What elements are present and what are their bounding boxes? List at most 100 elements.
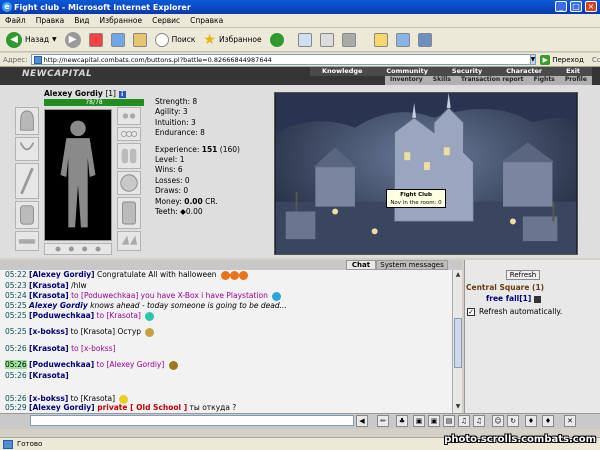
helmet-slot[interactable] [15, 107, 39, 135]
refresh-chat-button[interactable]: ↻ [507, 415, 519, 427]
item-button-a[interactable]: ♦ [525, 415, 537, 427]
chat-nick[interactable]: [Krasota] [29, 344, 69, 353]
earrings-slot[interactable] [117, 107, 141, 125]
shield-slot[interactable] [117, 171, 141, 195]
tab-chat[interactable]: Chat [346, 260, 376, 270]
music-button[interactable]: ♫ [473, 415, 485, 427]
nav-inventory[interactable]: Inventory [390, 76, 423, 85]
nav-knowledge[interactable]: Knowledge [322, 67, 363, 76]
club-button[interactable]: ♣ [396, 415, 408, 427]
chat-recipient[interactable]: [Alexey Gordiy] [106, 360, 164, 369]
scroll-thumb[interactable] [454, 318, 462, 368]
nav-profile[interactable]: Profile [565, 76, 587, 85]
tab-system-messages[interactable]: System messages [376, 260, 448, 270]
chat-nick[interactable]: [Poduwechkaa] [29, 360, 94, 369]
location-tooltip: Fight Club Nov in the room: 0 [386, 189, 446, 208]
filter-button[interactable]: ▣ [428, 415, 440, 427]
smiley-button[interactable]: ☺ [492, 415, 504, 427]
nav-character[interactable]: Character [506, 67, 542, 76]
chat-recipient[interactable]: [Krasota] [106, 311, 140, 320]
links-button[interactable]: Ссылки [592, 56, 600, 64]
nav-community[interactable]: Community [386, 67, 428, 76]
earrings-icon [122, 113, 136, 119]
sound-button[interactable]: ♫ [458, 415, 470, 427]
nav-fights[interactable]: Fights [534, 76, 555, 85]
search-button[interactable]: Поиск [152, 30, 199, 50]
chat-recipient[interactable]: [x-bokss] [81, 344, 116, 353]
boots-slot[interactable] [117, 231, 141, 251]
send-arrow-button[interactable]: ◀ [356, 415, 368, 427]
home-button[interactable] [130, 30, 150, 50]
mail-button[interactable] [295, 30, 315, 50]
menu-tools[interactable]: Сервис [147, 16, 185, 25]
chat-recipient[interactable]: [Krasota] [81, 394, 115, 403]
chat-nick[interactable]: [x-bokss] [29, 394, 68, 403]
auto-refresh-label: Refresh automatically. [479, 307, 563, 316]
armor-slot[interactable] [15, 201, 39, 229]
refresh-page-button[interactable] [108, 30, 128, 50]
folder-button[interactable] [371, 30, 391, 50]
edit-button[interactable] [339, 30, 359, 50]
necklace-slot[interactable] [15, 137, 39, 161]
pen-button[interactable]: ✏ [377, 415, 389, 427]
chat-nick[interactable]: [Alexey Gordiy] [29, 403, 95, 412]
character-name-text: Alexey Gordiy [44, 89, 103, 98]
chat-nick[interactable]: [x-bokss] [29, 327, 68, 336]
room-user-name[interactable]: free fall [486, 294, 519, 303]
menu-edit[interactable]: Правка [31, 16, 70, 25]
stat-intuition: Intuition: 3 [155, 117, 196, 127]
room-user[interactable]: free fall[1] [486, 294, 541, 303]
go-button[interactable]: ▶ Переход [540, 54, 584, 65]
chat-nick[interactable]: [Krasota] [29, 291, 69, 300]
nav-security[interactable]: Security [452, 67, 482, 76]
chat-nick[interactable]: [Alexey Gordiy] [29, 270, 95, 279]
menu-file[interactable]: Файл [0, 16, 31, 25]
nav-skills[interactable]: Skills [433, 76, 451, 85]
rings-slot[interactable] [117, 127, 141, 141]
refresh-button[interactable]: Refresh [506, 270, 540, 280]
auto-refresh-checkbox[interactable]: ✓ [467, 307, 475, 316]
close-button[interactable]: × [585, 1, 597, 12]
chat-text: knows ahead - today someone is going to … [87, 301, 287, 310]
discuss-button[interactable] [415, 30, 435, 50]
chat-nick[interactable]: [Krasota] [29, 281, 69, 290]
favorites-button[interactable]: ★ Избранное [200, 30, 264, 50]
city-scene[interactable] [274, 92, 578, 255]
menu-view[interactable]: Вид [69, 16, 94, 25]
nav-exit[interactable]: Exit [566, 67, 580, 76]
menu-favorites[interactable]: Избранное [95, 16, 148, 25]
menu-help[interactable]: Справка [185, 16, 228, 25]
save-button[interactable]: ▣ [413, 415, 425, 427]
gloves-slot[interactable] [117, 143, 141, 169]
nav-transaction-report[interactable]: Transaction report [461, 76, 524, 85]
scroll-down-icon[interactable]: ▼ [454, 403, 462, 411]
chat-recipient[interactable]: [Poduwechkaa] [81, 291, 138, 300]
address-input[interactable]: http://newcapital.combats.com/buttons.pl… [30, 54, 531, 65]
belt-slot[interactable] [15, 231, 39, 251]
history-button[interactable] [267, 30, 287, 50]
info-icon[interactable] [533, 295, 541, 303]
chat-recipient[interactable]: [ Old School ] [130, 403, 187, 412]
bottom-slots[interactable] [44, 243, 112, 255]
chat-input[interactable] [30, 415, 354, 426]
weapon-slot[interactable] [15, 163, 39, 199]
info-icon[interactable]: i [118, 91, 126, 98]
forward-button[interactable]: ▶ [62, 30, 84, 50]
legs-slot[interactable] [117, 197, 141, 229]
auto-refresh-option[interactable]: ✓ Refresh automatically. [467, 307, 562, 316]
chat-nick[interactable]: Alexey Gordiy [29, 301, 88, 310]
messenger-button[interactable] [393, 30, 413, 50]
chat-nick[interactable]: [Krasota] [29, 371, 69, 380]
item-button-b[interactable]: ♦ [542, 415, 554, 427]
back-button[interactable]: ◀ Назад ▼ [3, 30, 60, 50]
scroll-up-icon[interactable]: ▲ [454, 271, 462, 279]
chat-scrollbar[interactable]: ▲ ▼ [452, 270, 462, 413]
close-chat-button[interactable]: ✕ [564, 415, 576, 427]
maximize-button[interactable]: □ [570, 1, 582, 12]
minimize-button[interactable]: _ [555, 1, 567, 12]
chat-nick[interactable]: [Poduwechkaa] [29, 311, 94, 320]
chat-recipient[interactable]: [Krasota] [81, 327, 115, 336]
stop-button[interactable] [86, 30, 106, 50]
print-button[interactable] [317, 30, 337, 50]
clear-button[interactable]: ▤ [443, 415, 455, 427]
